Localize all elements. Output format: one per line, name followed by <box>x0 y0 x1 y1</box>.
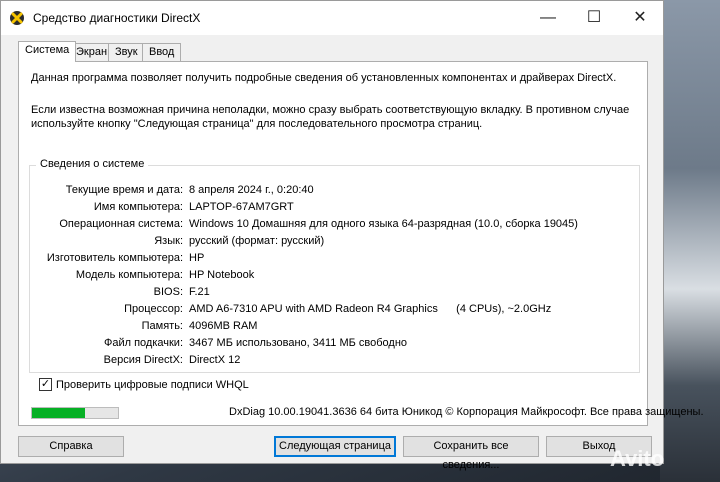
progress-fill <box>32 408 86 418</box>
info-value: F.21 <box>189 286 210 298</box>
whql-label: Проверить цифровые подписи WHQL <box>56 379 249 391</box>
info-row: Операционная система: Windows 10 Домашня… <box>30 216 640 232</box>
info-label: Память: <box>141 320 183 332</box>
info-value: HP Notebook <box>189 269 255 281</box>
maximize-button[interactable]: ☐ <box>571 1 617 35</box>
info-label: Язык: <box>154 235 183 247</box>
info-value: 8 апреля 2024 г., 0:20:40 <box>189 184 314 196</box>
info-label: Имя компьютера: <box>93 201 183 213</box>
title-bar[interactable]: Средство диагностики DirectX — ☐ ✕ <box>1 1 663 35</box>
info-value: 4096MB RAM <box>189 320 258 332</box>
info-label: Версия DirectX: <box>103 354 183 366</box>
system-info-title: Сведения о системе <box>36 158 149 170</box>
progress-bar <box>31 407 119 419</box>
minimize-icon: — <box>540 9 556 26</box>
version-copyright-text: DxDiag 10.00.19041.3636 64 бита Юникод ©… <box>229 406 704 418</box>
tab-system[interactable]: Система <box>18 41 77 62</box>
info-value: Windows 10 Домашняя для одного языка 64-… <box>189 218 578 230</box>
intro-paragraph-2: Если известна возможная причина неполадк… <box>31 104 630 130</box>
tab-sound[interactable]: Звук <box>108 43 145 61</box>
checkmark-icon: ✓ <box>40 378 51 390</box>
directx-icon <box>10 11 24 25</box>
maximize-icon: ☐ <box>586 9 602 26</box>
help-button[interactable]: Справка <box>18 436 124 457</box>
tab-input[interactable]: Ввод <box>142 43 182 61</box>
info-value: LAPTOP-67AM7GRT <box>189 201 294 213</box>
info-value: 3467 МБ использовано, 3411 МБ свободно <box>189 337 408 349</box>
info-label: BIOS: <box>153 286 183 298</box>
info-label: Операционная система: <box>59 218 183 230</box>
info-row: Файл подкачки: 3467 МБ использовано, 341… <box>30 335 640 351</box>
next-page-button[interactable]: Следующая страница <box>274 436 396 457</box>
info-row: Язык: русский (формат: русский) <box>30 233 640 249</box>
intro-paragraph-1: Данная программа позволяет получить подр… <box>31 72 617 84</box>
info-row: Память: 4096MB RAM <box>30 318 640 334</box>
system-info-group: Сведения о системе Текущие время и дата:… <box>29 158 640 373</box>
info-label: Файл подкачки: <box>103 337 183 349</box>
info-label: Процессор: <box>124 303 183 315</box>
info-row: Модель компьютера: HP Notebook <box>30 267 640 283</box>
info-value: HP <box>189 252 205 264</box>
minimize-button[interactable]: — <box>525 1 571 35</box>
info-value: DirectX 12 <box>189 354 241 366</box>
info-row: Имя компьютера: LAPTOP-67AM7GRT <box>30 199 640 215</box>
info-value: AMD A6-7310 APU with AMD Radeon R4 Graph… <box>189 303 552 315</box>
info-value: русский (формат: русский) <box>189 235 325 247</box>
window-title: Средство диагностики DirectX <box>33 11 201 25</box>
info-label: Модель компьютера: <box>75 269 183 281</box>
info-row: Версия DirectX: DirectX 12 <box>30 352 640 368</box>
info-row: Текущие время и дата: 8 апреля 2024 г., … <box>30 182 640 198</box>
info-row: Изготовитель компьютера: HP <box>30 250 640 266</box>
whql-checkbox[interactable]: ✓ <box>39 378 52 391</box>
close-icon: ✕ <box>633 9 647 26</box>
info-label: Изготовитель компьютера: <box>46 252 183 264</box>
dxdiag-window: Средство диагностики DirectX — ☐ ✕ Систе… <box>0 0 704 471</box>
info-row: BIOS: F.21 <box>30 284 640 300</box>
info-label: Текущие время и дата: <box>65 184 183 196</box>
info-row: Процессор: AMD A6-7310 APU with AMD Rade… <box>30 301 640 317</box>
system-tab-panel: Данная программа позволяет получить подр… <box>18 61 648 426</box>
close-button[interactable]: ✕ <box>617 1 663 35</box>
save-all-info-button[interactable]: Сохранить все сведения... <box>403 436 539 471</box>
avito-watermark: Avito <box>610 446 665 471</box>
